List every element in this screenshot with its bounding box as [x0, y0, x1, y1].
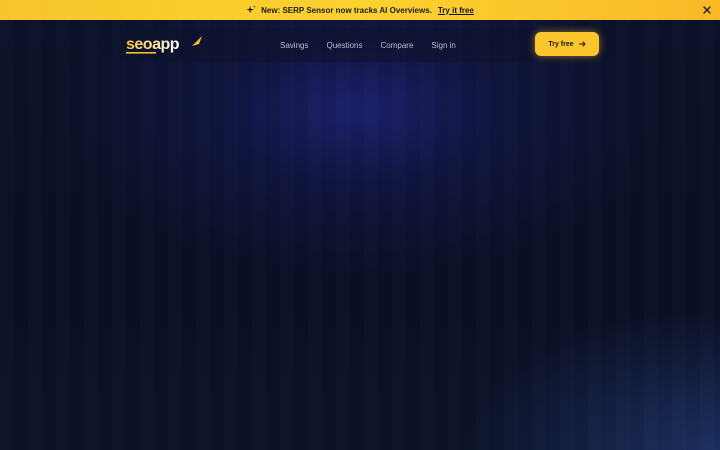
banner-message: New: SERP Sensor now tracks AI Overviews…: [261, 5, 432, 15]
banner-close-button[interactable]: [700, 3, 714, 17]
nav-link-sign-in[interactable]: Sign in: [431, 41, 455, 50]
nav-link-savings[interactable]: Savings: [280, 41, 308, 50]
nav-links: Savings Questions Compare Sign in: [280, 28, 474, 62]
svg-text:seoapp: seoapp: [126, 36, 180, 53]
background-stripes: [0, 0, 720, 450]
try-free-label: Try free: [548, 40, 574, 48]
arrow-right-icon: [578, 41, 586, 47]
banner-try-it-free-link[interactable]: Try it free: [438, 6, 474, 15]
nav-link-questions[interactable]: Questions: [326, 41, 362, 50]
main-navbar: seoapp Savings Questions Compare Sign in…: [119, 28, 603, 62]
nav-link-compare[interactable]: Compare: [381, 41, 414, 50]
announcement-banner: New: SERP Sensor now tracks AI Overviews…: [0, 0, 720, 20]
seoapp-logo[interactable]: seoapp: [126, 34, 204, 56]
sparkle-icon: [246, 5, 256, 14]
close-icon: [703, 6, 711, 14]
try-free-button[interactable]: Try free: [535, 32, 599, 56]
